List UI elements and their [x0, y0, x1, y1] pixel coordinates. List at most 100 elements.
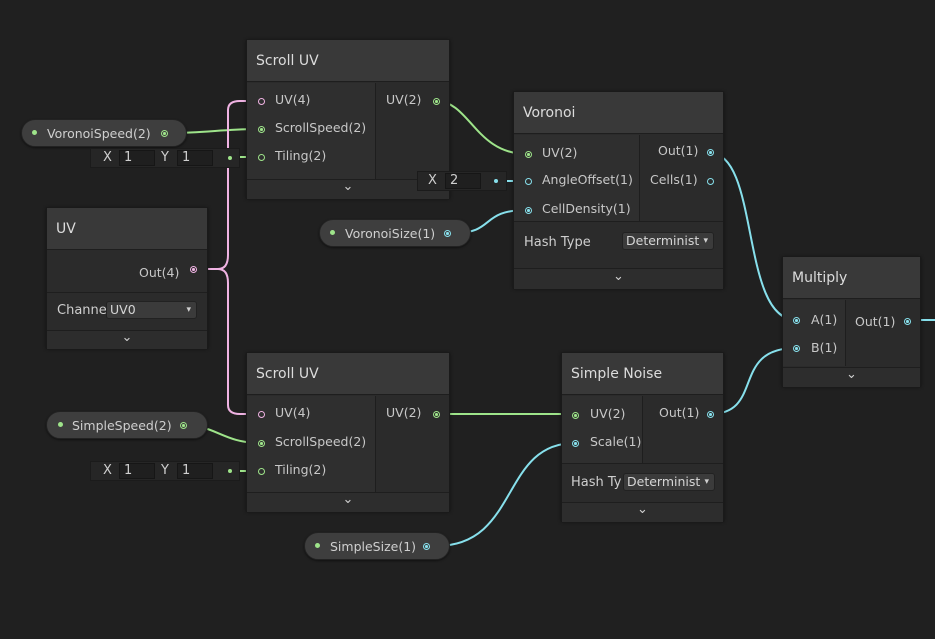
collapse-toggle[interactable]: ⌄	[562, 502, 723, 522]
divider	[639, 135, 640, 221]
chevron-down-icon: ⌄	[637, 502, 648, 517]
port-output[interactable]	[161, 130, 168, 137]
chevron-down-icon: ⌄	[342, 179, 354, 194]
port-scale-input[interactable]	[572, 440, 579, 447]
input-ports: UV(2) Scale(1)	[562, 396, 642, 463]
collapse-toggle[interactable]: ⌄	[783, 367, 920, 387]
port-out-output[interactable]	[190, 266, 197, 273]
port-label: ScrollSpeed(2)	[275, 120, 367, 135]
hash-type-dropdown[interactable]: Determinist ▾	[622, 232, 714, 250]
port-label: B(1)	[811, 340, 838, 355]
tiling-bottom-inline-field: X 1 Y 1	[90, 461, 240, 481]
node-voronoi[interactable]: Voronoi UV(2) AngleOffset(1) CellDensity…	[513, 91, 724, 289]
x-label: X	[428, 173, 437, 188]
port-label: UV(4)	[275, 92, 311, 107]
wire-simple-size	[435, 442, 576, 547]
port-label: Out(1)	[658, 143, 699, 158]
port-tiling-input[interactable]	[258, 468, 265, 475]
bullet-icon	[330, 230, 335, 235]
node-title[interactable]: UV	[47, 208, 207, 250]
port-uv-input[interactable]	[258, 411, 265, 418]
collapse-toggle[interactable]: ⌄	[514, 268, 723, 289]
node-title[interactable]: Voronoi	[514, 92, 723, 134]
divider	[845, 300, 846, 366]
port-label: UV(2)	[386, 405, 422, 420]
node-title[interactable]: Scroll UV	[247, 353, 449, 395]
settings-section: Channe UV0 ▾	[47, 292, 207, 331]
dropdown-value: Determinist	[627, 474, 701, 489]
property-label: VoronoiSpeed(2)	[47, 126, 151, 141]
hash-type-dropdown[interactable]: Determinist ▾	[623, 473, 715, 491]
x-value-field[interactable]: 2	[445, 173, 481, 189]
bullet-icon	[58, 422, 63, 427]
divider	[375, 396, 376, 492]
port-label: ScrollSpeed(2)	[275, 434, 367, 449]
port-output[interactable]	[180, 422, 187, 429]
property-simple-size[interactable]: SimpleSize(1)	[304, 532, 450, 560]
x-value-field[interactable]: 1	[119, 150, 155, 166]
port-a-input[interactable]	[793, 317, 800, 324]
y-value-field[interactable]: 1	[177, 463, 213, 479]
port-out-output[interactable]	[904, 318, 911, 325]
hash-type-label: Hash Type	[524, 235, 591, 250]
port-scrollspeed-input[interactable]	[258, 440, 265, 447]
property-voronoi-speed[interactable]: VoronoiSpeed(2)	[21, 119, 187, 147]
port-output[interactable]	[444, 230, 451, 237]
property-label: SimpleSize(1)	[330, 539, 417, 554]
node-title[interactable]: Simple Noise	[562, 353, 723, 395]
port-label: UV(2)	[542, 145, 578, 160]
port-uv-input[interactable]	[572, 412, 579, 419]
port-uv-input[interactable]	[258, 98, 265, 105]
property-simple-speed[interactable]: SimpleSpeed(2)	[46, 411, 208, 439]
port-uv-output[interactable]	[433, 411, 440, 418]
tiling-top-inline-field: X 1 Y 1	[90, 148, 240, 168]
chevron-down-icon: ⌄	[613, 269, 624, 284]
port-label: AngleOffset(1)	[542, 172, 633, 187]
triangle-down-icon: ▾	[703, 236, 708, 246]
input-ports: UV(4) ScrollSpeed(2) Tiling(2)	[247, 83, 375, 179]
node-multiply[interactable]: Multiply A(1) B(1) Out(1) ⌄	[782, 256, 921, 387]
port-output[interactable]	[423, 543, 430, 550]
node-simple-noise[interactable]: Simple Noise UV(2) Scale(1) Out(1) Hash …	[561, 352, 724, 522]
port-uv-output[interactable]	[433, 98, 440, 105]
property-voronoi-size[interactable]: VoronoiSize(1)	[319, 219, 471, 247]
port-celldensity-input[interactable]	[525, 207, 532, 214]
input-ports: UV(2) AngleOffset(1) CellDensity(1)	[514, 135, 639, 221]
port-label: Out(4)	[139, 265, 180, 280]
collapse-toggle[interactable]: ⌄	[47, 330, 207, 349]
bullet-icon	[32, 130, 37, 135]
y-value-field[interactable]: 1	[177, 150, 213, 166]
connector-icon	[228, 469, 232, 473]
port-label: Tiling(2)	[275, 462, 327, 477]
dropdown-value: Determinist	[626, 233, 700, 248]
node-uv[interactable]: UV Out(4) Channe UV0 ▾ ⌄	[46, 207, 208, 349]
port-angleoffset-input[interactable]	[525, 178, 532, 185]
port-tiling-input[interactable]	[258, 154, 265, 161]
bullet-icon	[315, 543, 320, 548]
port-b-input[interactable]	[793, 345, 800, 352]
y-label: Y	[161, 150, 169, 165]
settings-section: Hash Ty Determinist ▾	[562, 463, 723, 502]
port-cells-output[interactable]	[707, 178, 714, 185]
chevron-down-icon: ⌄	[342, 492, 354, 507]
port-label: A(1)	[811, 312, 838, 327]
port-out-output[interactable]	[707, 149, 714, 156]
x-value-field[interactable]: 1	[119, 463, 155, 479]
port-out-output[interactable]	[707, 411, 714, 418]
x-label: X	[103, 463, 112, 478]
port-label: UV(4)	[275, 405, 311, 420]
port-label: Cells(1)	[650, 172, 698, 187]
collapse-toggle[interactable]: ⌄	[247, 492, 449, 512]
node-scroll-uv-bottom[interactable]: Scroll UV UV(4) ScrollSpeed(2) Tiling(2)…	[246, 352, 450, 512]
port-scrollspeed-input[interactable]	[258, 126, 265, 133]
node-title[interactable]: Multiply	[783, 257, 920, 299]
port-uv-input[interactable]	[525, 151, 532, 158]
connector-icon	[494, 179, 498, 183]
node-title[interactable]: Scroll UV	[247, 40, 449, 82]
hash-type-label: Hash Ty	[571, 475, 622, 490]
port-label: CellDensity(1)	[542, 201, 631, 216]
chevron-down-icon: ⌄	[846, 367, 857, 382]
port-label: UV(2)	[590, 406, 626, 421]
channel-dropdown[interactable]: UV0 ▾	[106, 301, 197, 319]
port-label: Tiling(2)	[275, 148, 327, 163]
